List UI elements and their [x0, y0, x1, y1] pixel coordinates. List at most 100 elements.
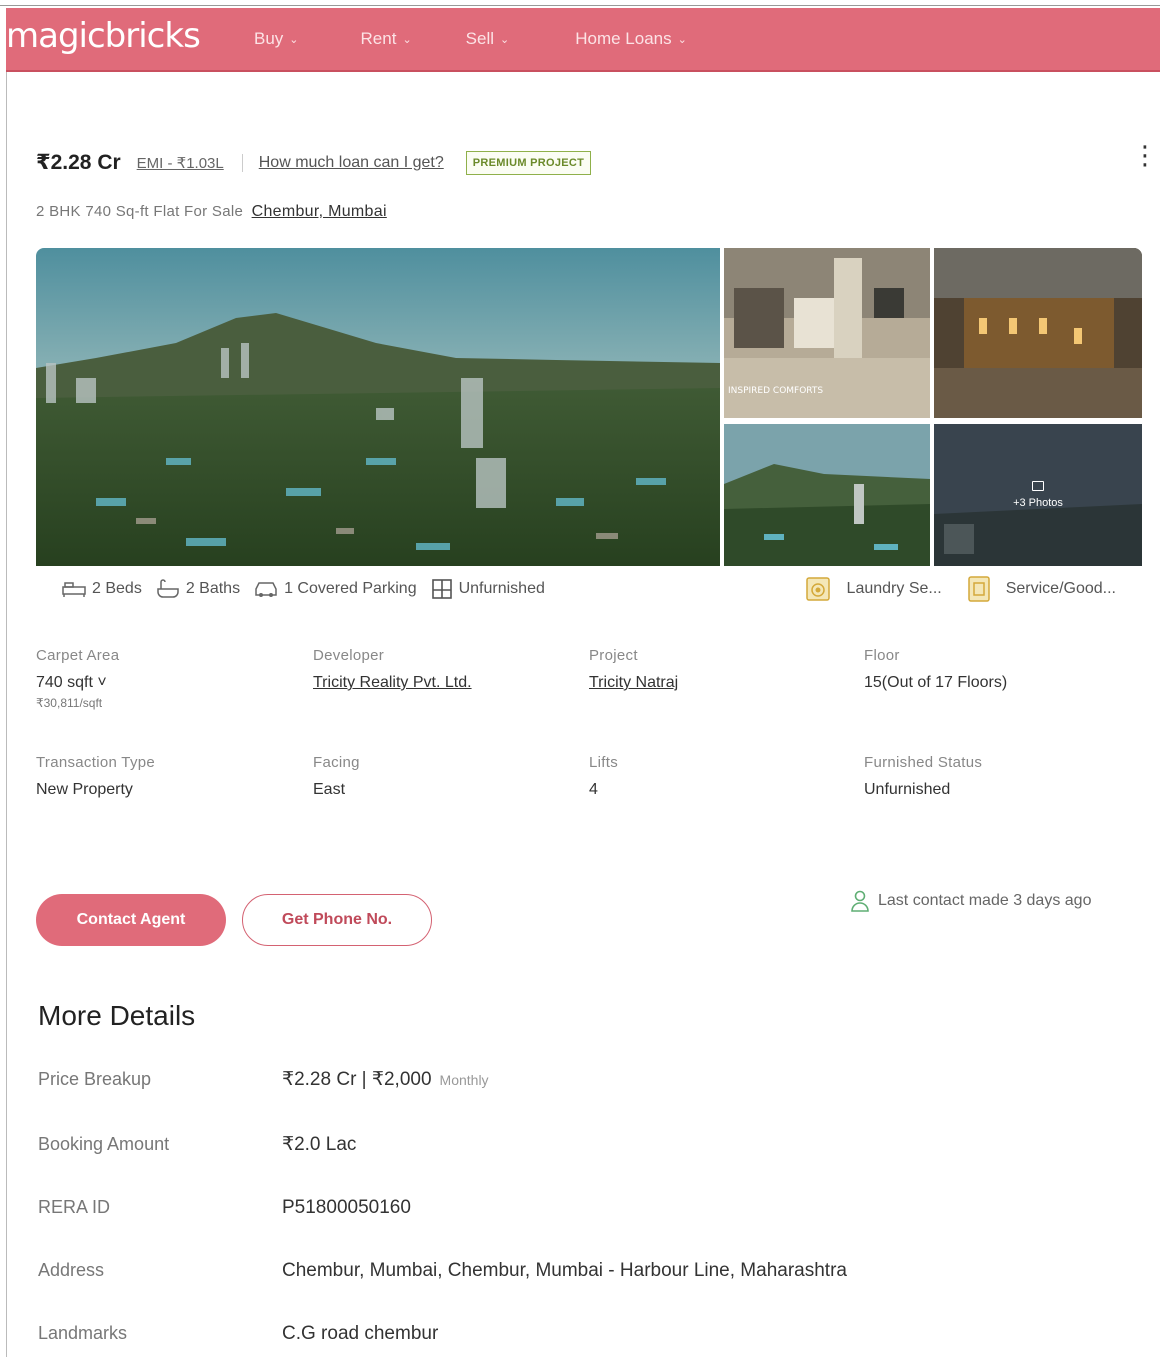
washing-machine-icon	[805, 577, 830, 601]
developer-link[interactable]: Tricity Reality Pvt. Ltd.	[313, 674, 472, 692]
top-border	[0, 0, 1160, 6]
spec-carpet-area: Carpet Area 740 sqft ˅ ₹30,811/sqft	[36, 647, 119, 710]
spec-label: Transaction Type	[36, 754, 156, 771]
premium-project-badge: PREMIUM PROJECT	[465, 150, 592, 175]
logo[interactable]: magicbricks	[6, 16, 236, 56]
spec-label: Facing	[313, 754, 360, 771]
site-header: magicbricks Buy ⌄ Rent ⌄ Sell ⌄ Home Loa…	[6, 8, 1160, 72]
more-details-heading: More Details	[38, 1000, 196, 1031]
user-icon	[851, 890, 869, 912]
amenity-furnishing: Unfurnished	[431, 578, 545, 600]
loan-eligibility-link[interactable]: How much loan can I get?	[259, 154, 444, 172]
beds-label: 2 Beds	[92, 580, 142, 597]
amenity-parking: 1 Covered Parking	[254, 580, 417, 598]
detail-label: Address	[38, 1260, 105, 1280]
more-photos-thumbnail[interactable]: +3 Photos	[934, 424, 1142, 566]
price-breakup-value: ₹2.28 Cr | ₹2,000	[282, 1069, 432, 1090]
spec-label: Developer	[313, 647, 385, 664]
chevron-down-icon: ⌄	[500, 33, 510, 46]
detail-row-booking-amount: Booking Amount ₹2.0 Lac	[38, 1133, 356, 1156]
spec-furnished-status: Furnished Status Unfurnished	[864, 754, 982, 799]
detail-row-landmarks: Landmarks C.G road chembur	[38, 1323, 438, 1345]
nav-label: Buy	[254, 29, 284, 48]
detail-label: Price Breakup	[38, 1069, 152, 1089]
price-per-sqft: ₹30,811/sqft	[36, 696, 103, 710]
spec-label: Floor	[864, 647, 900, 664]
facing-value: East	[313, 781, 346, 798]
listing-subtitle: 2 BHK 740 Sq-ft Flat For Sale Chembur, M…	[36, 203, 387, 221]
amenity-service: Service/Good...	[966, 575, 1116, 603]
thumbnail-caption: INSPIRED COMFORTS	[728, 386, 823, 396]
listing-type: 2 BHK 740 Sq-ft Flat For Sale	[36, 203, 244, 220]
lifts-value: 4	[589, 781, 598, 798]
emi-link[interactable]: EMI - ₹1.03L	[137, 154, 224, 172]
detail-label: Landmarks	[38, 1323, 128, 1343]
image-icon	[1032, 481, 1044, 491]
detail-row-price-breakup: Price Breakup ₹2.28 Cr | ₹2,000 Monthly	[38, 1068, 489, 1091]
nav-sell[interactable]: Sell ⌄	[466, 29, 510, 49]
get-phone-button[interactable]: Get Phone No.	[242, 894, 432, 946]
furnished-value: Unfurnished	[864, 781, 951, 798]
project-link[interactable]: Tricity Natraj	[589, 674, 678, 692]
nav-label: Home Loans	[575, 29, 672, 48]
contact-agent-button[interactable]: Contact Agent	[36, 894, 226, 946]
detail-row-address: Address Chembur, Mumbai, Chembur, Mumbai…	[38, 1260, 847, 1282]
last-contact-text: Last contact made 3 days ago	[878, 892, 1092, 909]
laundry-label: Laundry Se...	[846, 580, 942, 597]
price-breakup-suffix: Monthly	[439, 1072, 489, 1088]
nav-home-loans[interactable]: Home Loans ⌄	[575, 29, 687, 49]
spec-label: Furnished Status	[864, 754, 983, 771]
spec-label: Lifts	[589, 754, 619, 771]
spec-label: Carpet Area	[36, 647, 120, 664]
spec-lifts: Lifts 4	[589, 754, 618, 799]
furnishing-label: Unfurnished	[458, 580, 545, 597]
more-photos-label: +3 Photos	[1013, 497, 1063, 509]
detail-value: Chembur, Mumbai, Chembur, Mumbai - Harbo…	[282, 1260, 847, 1281]
amenity-beds: 2 Beds	[62, 580, 142, 598]
detail-label: Booking Amount	[38, 1134, 170, 1154]
amenity-baths: 2 Baths	[156, 579, 240, 599]
photo-thumbnail[interactable]	[934, 248, 1142, 418]
chevron-down-icon: ⌄	[402, 33, 412, 46]
service-lift-icon	[967, 576, 990, 602]
nav-buy[interactable]: Buy ⌄	[254, 29, 299, 49]
nav-label: Rent	[360, 29, 397, 48]
wardrobe-icon	[431, 579, 452, 599]
main-nav: Buy ⌄ Rent ⌄ Sell ⌄ Home Loans ⌄	[236, 29, 687, 49]
location-link[interactable]: Chembur, Mumbai	[252, 203, 387, 220]
transaction-value: New Property	[36, 781, 133, 798]
price-row: ₹2.28 Cr EMI - ₹1.03L How much loan can …	[36, 150, 592, 175]
main-photo[interactable]	[36, 248, 720, 566]
photo-thumbnail[interactable]: INSPIRED COMFORTS	[724, 248, 930, 418]
page-border	[6, 72, 7, 1357]
amenity-bar: 2 Beds 2 Baths 1 Covered Parking Unfurni…	[52, 566, 1138, 612]
photo-gallery: INSPIRED COMFORTS +3 Photos 2 Beds 2 Bat…	[36, 248, 1142, 612]
carpet-area-value[interactable]: 740 sqft ˅	[36, 674, 119, 692]
last-contact-info: Last contact made 3 days ago	[850, 890, 1091, 912]
detail-value: ₹2.28 Cr | ₹2,000 Monthly	[282, 1068, 489, 1091]
more-photos-overlay: +3 Photos	[934, 424, 1142, 566]
spec-facing: Facing East	[313, 754, 360, 799]
nav-rent[interactable]: Rent ⌄	[361, 29, 412, 49]
service-label: Service/Good...	[1005, 580, 1116, 597]
chevron-down-icon: ⌄	[677, 33, 687, 46]
baths-label: 2 Baths	[185, 580, 241, 597]
detail-label: RERA ID	[38, 1197, 111, 1217]
detail-value: C.G road chembur	[282, 1323, 439, 1344]
divider	[241, 153, 243, 172]
more-options-icon[interactable]: ⋮	[1132, 142, 1158, 168]
photo-thumbnail[interactable]	[724, 424, 930, 566]
floor-value: 15(Out of 17 Floors)	[864, 674, 1008, 691]
spec-floor: Floor 15(Out of 17 Floors)	[864, 647, 1007, 692]
detail-row-rera-id: RERA ID P51800050160	[38, 1197, 411, 1219]
spec-transaction-type: Transaction Type New Property	[36, 754, 155, 799]
spec-label: Project	[589, 647, 638, 664]
bathtub-icon	[157, 579, 179, 598]
amenity-laundry: Laundry Se...	[805, 576, 942, 602]
detail-value: ₹2.0 Lac	[282, 1134, 357, 1155]
spec-developer: Developer Tricity Reality Pvt. Ltd.	[313, 647, 472, 692]
chevron-down-icon: ⌄	[289, 33, 299, 46]
nav-label: Sell	[465, 29, 495, 48]
bed-icon	[62, 582, 86, 597]
car-icon	[255, 582, 277, 597]
